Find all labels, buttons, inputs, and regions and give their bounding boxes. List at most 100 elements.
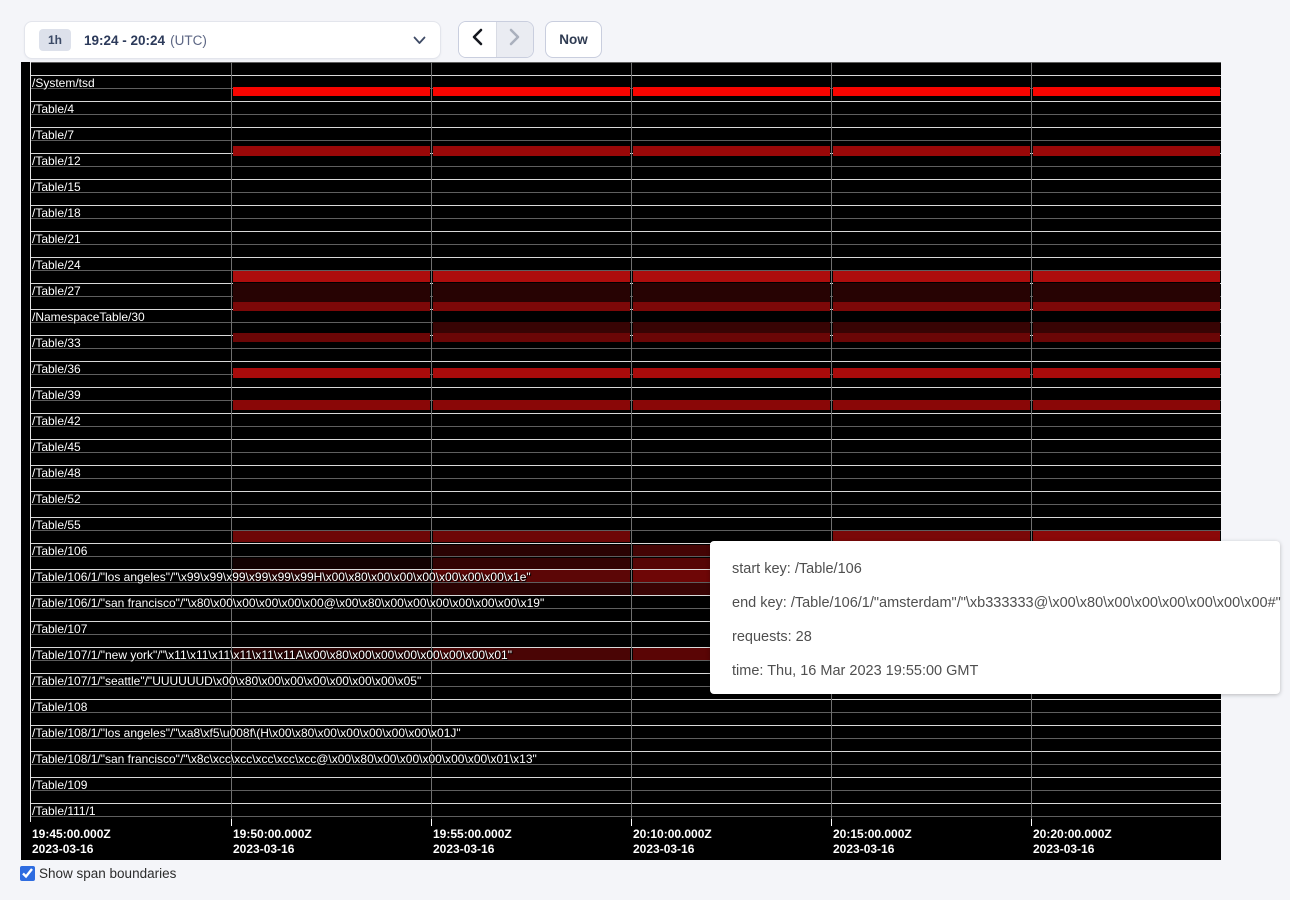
axis-tick-label: 19:45:00.000Z2023-03-16 [32,827,111,857]
heat-band [1033,322,1220,333]
heat-band [433,146,630,156]
heat-band [433,87,630,96]
heat-band [633,400,830,410]
row-label: /Table/52 [32,493,81,506]
heat-band [433,531,630,542]
span-boundary-line [30,699,1221,700]
row-divider-line [30,426,1221,427]
heat-band [233,146,430,156]
time-range-select[interactable]: 1h 19:24 - 20:24 (UTC) [24,21,441,59]
heat-band [433,302,630,311]
row-label: /Table/12 [32,155,81,168]
span-boundary-line [30,439,1221,440]
row-label: /Table/36 [32,363,81,376]
row-label: /Table/15 [32,181,81,194]
row-divider-line [30,140,1221,141]
axis-tick-mark [1031,819,1032,826]
row-label: /Table/108 [32,701,87,714]
span-boundary-line [30,413,1221,414]
time-range-nav [458,21,534,58]
row-divider-line [30,244,1221,245]
heat-band [833,400,1030,410]
heat-band [1033,302,1220,311]
heat-band [833,87,1030,96]
heatmap-canvas[interactable]: /System/tsd/Table/4/Table/7/Table/12/Tab… [21,62,1221,860]
row-label: /Table/45 [32,441,81,454]
row-label: /Table/48 [32,467,81,480]
row-divider-line [30,62,1221,63]
row-label: /Table/106/1/"los angeles"/"\x99\x99\x99… [32,571,531,584]
heat-band [633,333,830,342]
heat-band [433,333,630,342]
row-label: /Table/109 [32,779,87,792]
span-boundary-line [30,101,1221,102]
axis-tick-label: 19:50:00.000Z2023-03-16 [233,827,312,857]
span-boundary-line [30,127,1221,128]
heat-band [633,368,830,378]
heat-band [433,545,630,556]
row-divider-line [30,790,1221,791]
axis-tick-label: 19:55:00.000Z2023-03-16 [433,827,512,857]
heat-band [233,302,430,311]
heat-band [833,146,1030,156]
row-divider-line [30,218,1221,219]
row-divider-line [30,192,1221,193]
time-gridline [631,62,632,822]
span-boundary-line [30,231,1221,232]
row-divider-line [30,348,1221,349]
axis-tick-mark [231,819,232,826]
row-label: /Table/33 [32,337,81,350]
row-label: /Table/108/1/"san francisco"/"\x8c\xcc\x… [32,753,537,766]
row-label: /Table/18 [32,207,81,220]
row-label: /Table/107 [32,623,87,636]
tooltip-end-key: end key: /Table/106/1/"amsterdam"/"\xb33… [732,586,1258,620]
span-boundary-line [30,361,1221,362]
time-gridline [831,62,832,822]
span-boundary-line [30,387,1221,388]
heat-band [633,87,830,96]
previous-range-button[interactable] [459,22,497,57]
heat-band [1033,87,1220,96]
span-boundary-line [30,491,1221,492]
span-boundary-line [30,777,1221,778]
heat-band [233,531,430,542]
row-divider-line [30,504,1221,505]
heat-band [233,271,430,282]
axis-tick-mark [831,819,832,826]
row-label: /Table/42 [32,415,81,428]
heat-band [633,271,830,282]
row-label: /Table/106/1/"san francisco"/"\x80\x00\x… [32,597,544,610]
heat-band [433,558,630,569]
row-label: /Table/39 [32,389,81,402]
chevron-right-icon [509,28,521,51]
now-button[interactable]: Now [545,21,602,58]
span-start-boundary-line [30,62,31,822]
axis-tick-mark [431,819,432,826]
row-divider-line [30,114,1221,115]
heat-band [833,333,1030,342]
time-range-text: 19:24 - 20:24 [84,33,165,48]
span-boundary-line [30,803,1221,804]
tooltip-requests: requests: 28 [732,620,1258,654]
time-gridline [1031,62,1032,822]
heat-band [633,302,830,311]
heat-band [433,271,630,282]
heat-band [433,400,630,410]
span-boundary-line [30,205,1221,206]
row-label: /Table/4 [32,103,74,116]
span-tooltip: start key: /Table/106 end key: /Table/10… [710,541,1280,694]
heat-band [233,558,430,569]
show-span-boundaries-checkbox[interactable] [20,866,35,881]
heat-band [833,322,1030,333]
tooltip-time: time: Thu, 16 Mar 2023 19:55:00 GMT [732,654,1258,688]
axis-tick-label: 20:10:00.000Z2023-03-16 [633,827,712,857]
row-label: /NamespaceTable/30 [32,311,145,324]
heat-band [1033,368,1220,378]
row-label: /Table/106 [32,545,87,558]
span-boundary-line [30,179,1221,180]
heat-band [233,333,430,342]
heat-band [633,146,830,156]
heat-band [433,368,630,378]
next-range-button[interactable] [497,22,534,57]
row-label: /Table/108/1/"los angeles"/"\xa8\xf5\u00… [32,727,461,740]
